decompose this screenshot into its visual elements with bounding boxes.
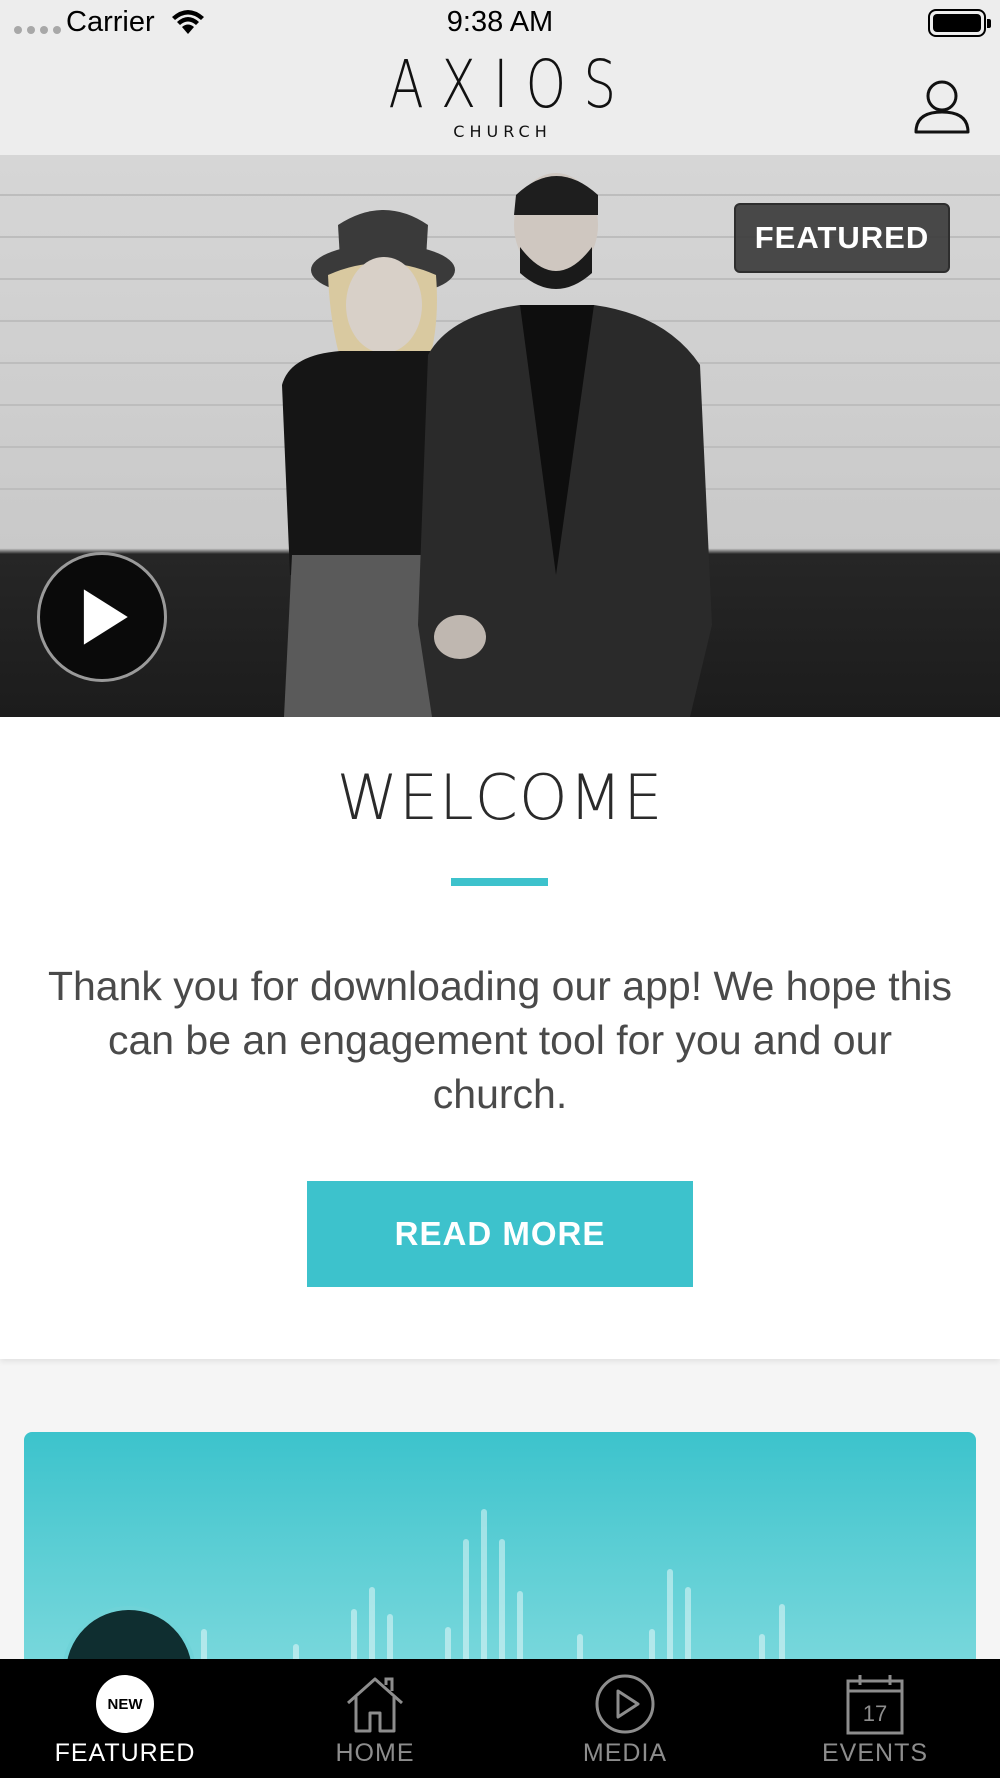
- audio-card[interactable]: [24, 1432, 976, 1692]
- welcome-card: WELCOME Thank you for downloading our ap…: [0, 717, 1000, 1359]
- battery-icon: [928, 9, 991, 37]
- welcome-title: WELCOME: [336, 761, 664, 834]
- tab-media[interactable]: MEDIA: [500, 1659, 750, 1778]
- status-bar: Carrier 9:38 AM: [0, 0, 1000, 48]
- play-icon[interactable]: [37, 552, 167, 682]
- logo-subtitle: CHURCH: [453, 122, 552, 141]
- new-badge-icon: NEW: [96, 1675, 154, 1733]
- profile-icon[interactable]: [912, 78, 972, 134]
- play-circle-icon: [595, 1674, 655, 1734]
- calendar-icon: 17: [846, 1675, 904, 1735]
- featured-hero[interactable]: FEATURED: [0, 155, 1000, 717]
- home-icon: [347, 1677, 403, 1733]
- read-more-button[interactable]: READ MORE: [307, 1181, 693, 1287]
- top-header: Carrier 9:38 AM AXIOS CHURCH: [0, 0, 1000, 155]
- tab-featured[interactable]: NEW FEATURED: [0, 1659, 250, 1778]
- featured-badge: FEATURED: [734, 203, 950, 273]
- calendar-day: 17: [863, 1701, 887, 1726]
- tab-events[interactable]: 17 EVENTS: [750, 1659, 1000, 1778]
- tab-home[interactable]: HOME: [250, 1659, 500, 1778]
- title-divider: [451, 878, 548, 886]
- welcome-message: Thank you for downloading our app! We ho…: [47, 963, 953, 1117]
- tab-bar: NEW FEATURED HOME MEDIA 17 EVENTS: [0, 1659, 1000, 1778]
- status-time: 9:38 AM: [446, 6, 554, 38]
- tab-label: MEDIA: [582, 1739, 668, 1767]
- logo-wordmark: AXIOS: [388, 46, 634, 123]
- tab-label: EVENTS: [821, 1739, 929, 1767]
- tab-label: FEATURED: [54, 1739, 196, 1767]
- app-logo: AXIOS CHURCH: [0, 46, 1000, 142]
- tab-label: HOME: [335, 1739, 415, 1767]
